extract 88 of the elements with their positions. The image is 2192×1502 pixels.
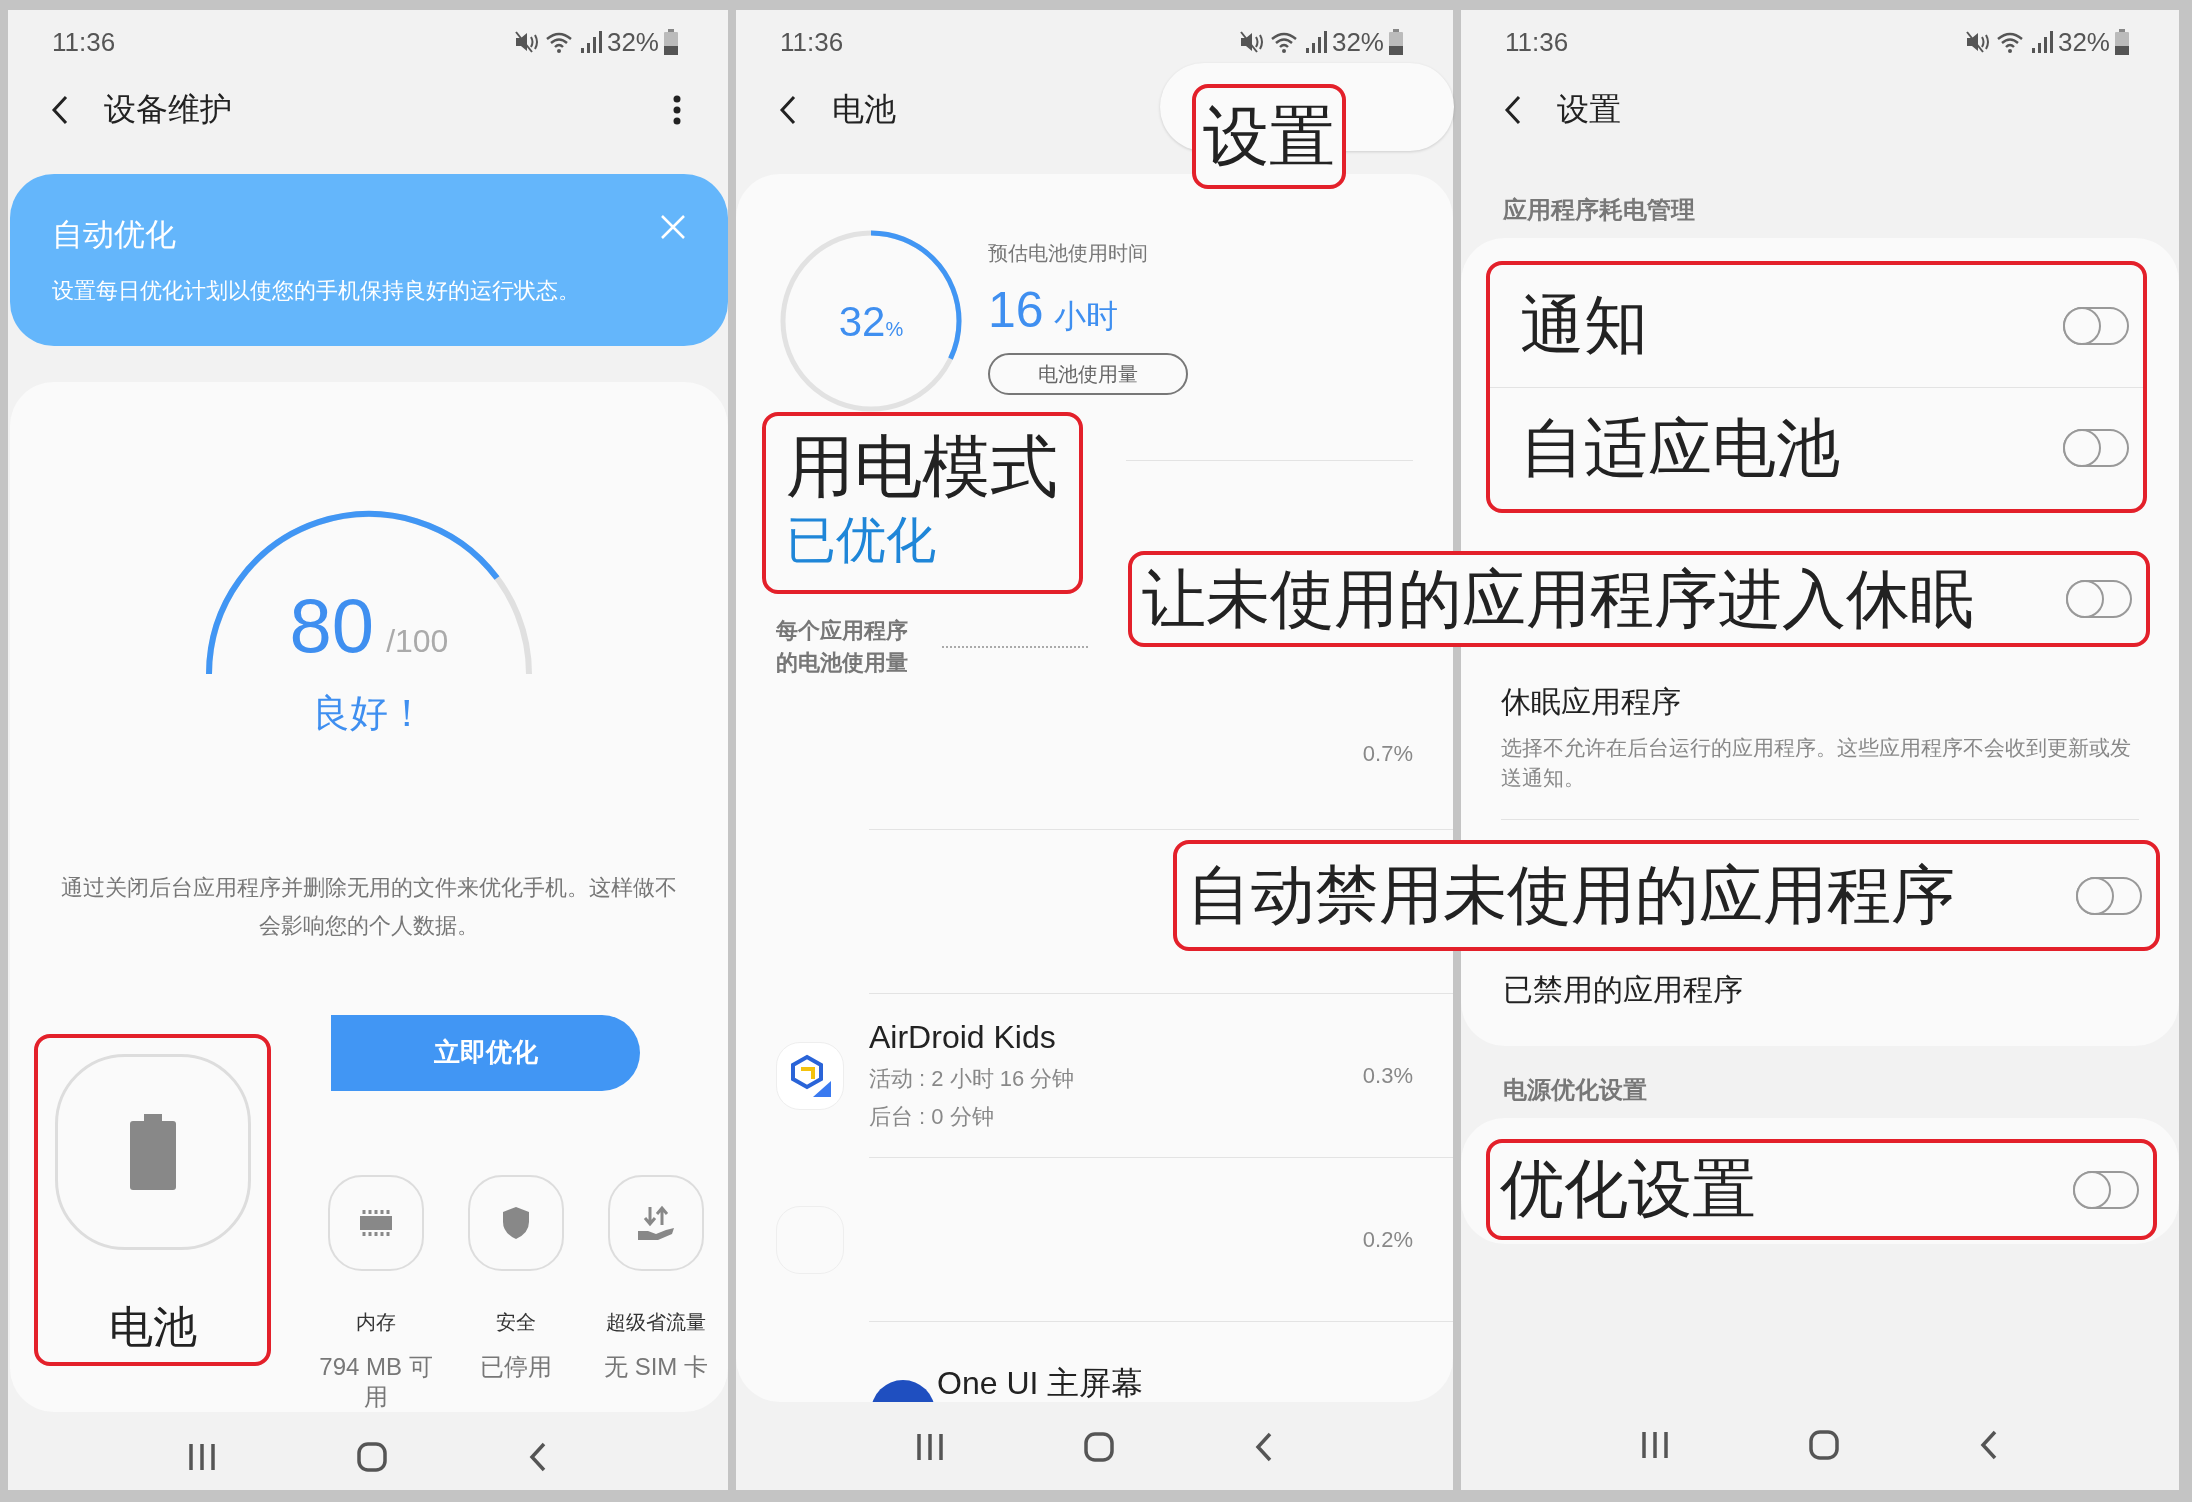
callout-label: 优化设置: [1500, 1152, 1756, 1227]
signal-icon: [2030, 30, 2053, 54]
usage-share: 0.2%: [1362, 1226, 1413, 1253]
app-name: AirDroid Kids: [869, 1019, 1057, 1056]
chip-icon: [359, 1208, 393, 1238]
battery-percent: 32: [838, 298, 886, 345]
back-icon[interactable]: [778, 94, 798, 126]
battery-percent: 32%: [2057, 26, 2110, 58]
toggle-switch[interactable]: [2063, 306, 2129, 345]
usage-share: 0.3%: [1362, 1062, 1413, 1089]
section-header: 应用程序耗电管理: [1502, 195, 1696, 225]
settings-row[interactable]: 已禁用的应用程序: [1461, 970, 2179, 1011]
battery-percent: 32%: [1331, 26, 1384, 58]
status-time: 11:36: [1505, 26, 1569, 58]
callout-label: 通知: [1520, 288, 1648, 364]
feature-label: 安全: [496, 1310, 536, 1335]
home-icon[interactable]: [1082, 1431, 1115, 1463]
battery-icon: [129, 1114, 176, 1190]
callout-value: 已优化: [786, 510, 937, 570]
feature-value: 无 SIM 卡: [603, 1352, 709, 1382]
back-icon[interactable]: [1503, 94, 1523, 126]
feature-value: 已停用: [479, 1352, 553, 1382]
shield-icon: [502, 1206, 530, 1240]
settings-callout[interactable]: 设置: [1192, 84, 1346, 189]
callout-label: 让未使用的应用程序进入休眠: [1142, 561, 1974, 637]
feature-tile[interactable]: [328, 1175, 424, 1271]
screen-title: 设置: [1557, 90, 1621, 129]
usage-share: 0.7%: [1362, 741, 1413, 767]
status-time: 11:36: [780, 26, 844, 58]
battery-icon: [664, 29, 678, 55]
estimate-label: 预估电池使用时间: [988, 241, 1148, 266]
recents-icon[interactable]: [188, 1442, 216, 1472]
settings-row[interactable]: 休眠应用程序 选择不允许在后台运行的应用程序。这些应用程序不会收到更新或发送通知。: [1501, 658, 2139, 820]
feature-tile[interactable]: [608, 1175, 704, 1271]
signal-icon: [1304, 30, 1327, 54]
app-usage-row[interactable]: AirDroid Kids 活动 : 2 小时 16 分钟 后台 : 0 分钟 0.3%: [869, 993, 1453, 1157]
back-icon[interactable]: [1253, 1431, 1274, 1463]
feature-tile[interactable]: [54, 1054, 251, 1250]
home-icon[interactable]: [1808, 1429, 1840, 1461]
screen-title: 电池: [832, 90, 896, 129]
callout-title: 用电模式: [786, 427, 1059, 506]
row-title: 休眠应用程序: [1501, 684, 1682, 720]
callout-label: 自动禁用未使用的应用程序: [1187, 858, 1955, 933]
row-subtitle: 选择不允许在后台运行的应用程序。这些应用程序不会收到更新或发送通知。: [1501, 735, 2132, 791]
recents-icon[interactable]: [1640, 1430, 1669, 1460]
mute-icon: [513, 30, 540, 54]
status-time: 11:36: [52, 26, 116, 58]
callout-label: 电池: [108, 1301, 197, 1353]
battery-percent: 32%: [606, 26, 659, 58]
recents-icon[interactable]: [915, 1432, 944, 1462]
toggle-switch[interactable]: [2063, 429, 2129, 468]
back-icon[interactable]: [50, 94, 70, 126]
battery-icon: [2115, 29, 2129, 55]
per-app-label: 每个应用程序的电池使用量: [776, 617, 909, 677]
score-max: /100: [386, 622, 449, 660]
toggle-switch[interactable]: [2066, 580, 2132, 618]
feature-label: 超级省流量: [606, 1310, 706, 1335]
percent-unit: %: [885, 318, 904, 340]
signal-icon: [579, 30, 602, 54]
app-name: One UI 主屏幕: [937, 1364, 1145, 1402]
row-title: 已禁用的应用程序: [1503, 972, 1744, 1008]
hand-arrows-icon: [636, 1203, 676, 1243]
home-icon[interactable]: [356, 1441, 388, 1473]
more-options-icon[interactable]: [672, 94, 682, 126]
battery-icon: [1389, 29, 1403, 55]
estimate-unit: 小时: [1053, 297, 1118, 336]
app-icon: [776, 1041, 844, 1110]
battery-usage-button[interactable]: 电池使用量: [988, 353, 1188, 395]
mute-icon: [1964, 30, 1991, 54]
screen-title: 设备维护: [104, 90, 232, 129]
toggle-switch[interactable]: [2073, 1170, 2139, 1209]
mute-icon: [1238, 30, 1265, 54]
banner-title: 自动优化: [52, 216, 176, 254]
toggle-switch[interactable]: [2076, 876, 2142, 915]
active-time: 活动 : 2 小时 16 分钟: [869, 1065, 1076, 1093]
background-time: 后台 : 0 分钟: [869, 1103, 995, 1131]
feature-label: 内存: [356, 1310, 396, 1335]
score-value: 80: [289, 587, 375, 664]
feature-value: 794 MB 可用: [318, 1352, 434, 1412]
feature-tile[interactable]: [468, 1175, 564, 1271]
score-rating: 良好！: [312, 690, 426, 736]
banner-text: 设置每日优化计划以使您的手机保持良好的运行状态。: [52, 277, 581, 305]
app-usage-row[interactable]: One UI 主屏幕: [869, 1321, 1453, 1402]
description-text: 通过关闭后台应用程序并删除无用的文件来优化手机。这样做不会影响您的个人数据。: [60, 873, 678, 940]
callout-label: 自适应电池: [1520, 410, 1840, 486]
estimate-value: 16: [988, 281, 1044, 339]
section-header: 电源优化设置: [1502, 1075, 1648, 1105]
back-icon[interactable]: [528, 1441, 548, 1473]
